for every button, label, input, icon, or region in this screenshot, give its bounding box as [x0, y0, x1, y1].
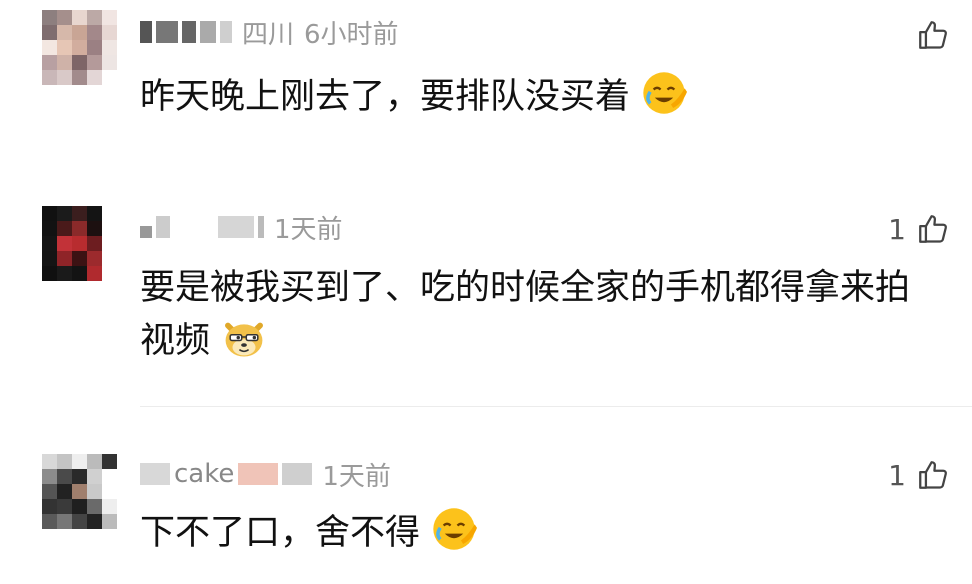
comment-text: 昨天晚上刚去了，要排队没买着: [140, 70, 940, 123]
comment-text-content: 下不了口，舍不得: [140, 513, 421, 553]
like-count: 1: [888, 458, 906, 492]
comment-text-content: 昨天晚上刚去了，要排队没买着: [140, 77, 631, 117]
thumbs-up-icon: [919, 461, 947, 489]
username-pixelated[interactable]: [140, 216, 264, 238]
comment-meta: 四川 6小时前: [140, 12, 399, 52]
comment-time: 1天前: [322, 461, 391, 492]
comment-time: 1天前: [274, 214, 343, 245]
comment-meta: 1天前: [140, 207, 343, 247]
comment-location: 四川: [242, 19, 295, 50]
username-pixelated[interactable]: [140, 21, 232, 43]
like-button[interactable]: 1: [888, 212, 950, 246]
comment-time: 6小时前: [304, 19, 399, 50]
like-count: 1: [888, 212, 906, 246]
username-fragment: cake: [174, 459, 235, 489]
comment-text: 要是被我买到了、吃的时候全家的手机都得拿来拍视频: [140, 262, 940, 367]
like-button[interactable]: [906, 18, 950, 52]
like-button[interactable]: 1: [888, 458, 950, 492]
avatar[interactable]: [42, 206, 117, 281]
facepalm-laugh-cry-emoji: [643, 72, 688, 114]
facepalm-laugh-cry-emoji: [433, 508, 478, 550]
comment-meta: cake 1天前: [140, 454, 391, 494]
thumbs-up-icon: [919, 215, 947, 243]
comment-text: 下不了口，舍不得: [140, 506, 940, 559]
avatar[interactable]: [42, 10, 117, 85]
thumbs-up-icon: [919, 21, 947, 49]
divider: [140, 406, 972, 407]
avatar[interactable]: [42, 454, 117, 529]
doge-sunglasses-emoji: [225, 322, 264, 357]
username-pixelated[interactable]: cake: [140, 459, 313, 489]
